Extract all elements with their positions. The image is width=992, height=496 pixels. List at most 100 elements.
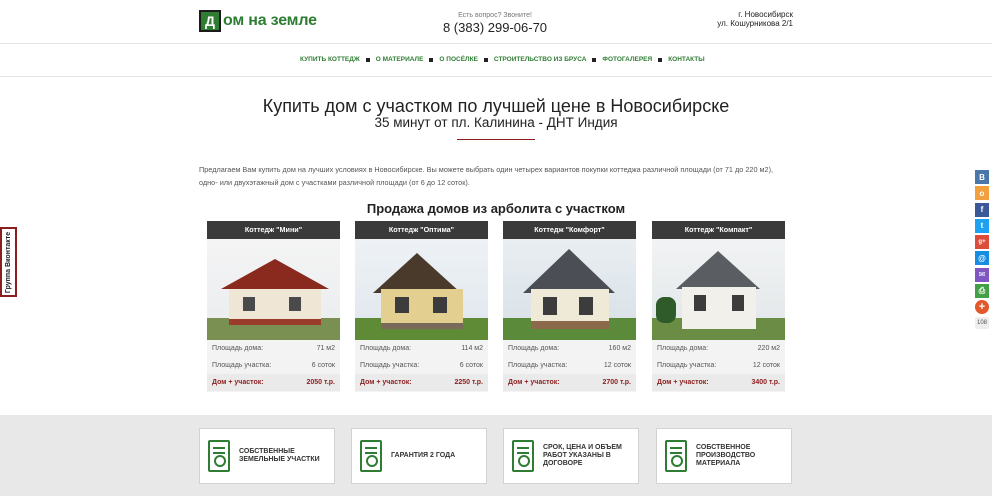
nav-item-village[interactable]: О ПОСЁЛКЕ [423, 56, 478, 63]
nav-label: ФОТОГАЛЕРЕЯ [602, 56, 653, 63]
nav-label: О МАТЕРИАЛЕ [375, 56, 424, 63]
area-value: 220 м2 [757, 345, 780, 352]
page-subtitle: 35 минут от пл. Калинина - ДНТ Индия [374, 115, 618, 130]
share-panel: В о f t g+ @ ✉ ⎙ + 108 [975, 170, 989, 329]
main-nav: КУПИТЬ КОТТЕДЖ О МАТЕРИАЛЕ О ПОСЁЛКЕ СТР… [0, 45, 992, 77]
certificate-icon [360, 440, 382, 472]
price-value: 2050 т.р. [306, 379, 336, 386]
price-value: 2250 т.р. [454, 379, 484, 386]
plot-value: 12 соток [603, 362, 631, 369]
phone-number[interactable]: 8 (383) 299-06-70 [440, 20, 550, 35]
nav-bullet [365, 57, 370, 62]
phone-question: Есть вопрос? Звоните! [458, 12, 532, 19]
twitter-icon[interactable]: t [975, 218, 989, 233]
feature-line: РАБОТ УКАЗАНЫ В [543, 452, 611, 459]
nav-list: КУПИТЬ КОТТЕДЖ О МАТЕРИАЛЕ О ПОСЁЛКЕ СТР… [300, 56, 705, 63]
title-divider [457, 139, 535, 140]
feature-production: СОБСТВЕННОЕ ПРОИЗВОДСТВО МАТЕРИАЛА [656, 428, 792, 484]
photo-window [579, 297, 593, 315]
nav-item-buy-cottage[interactable]: КУПИТЬ КОТТЕДЖ [300, 56, 360, 63]
cottage-card-mini[interactable]: Коттедж "Мини" Площадь дома: 71 м2 Площад… [207, 221, 340, 392]
vk-group-tab[interactable]: Группа Вконтакте [0, 227, 17, 297]
price-label: Дом + участок: [657, 379, 709, 386]
cottage-card-optima[interactable]: Коттедж "Оптима" Площадь дома: 114 м2 Пло… [355, 221, 488, 392]
odnoklassniki-icon[interactable]: о [975, 186, 989, 201]
nav-item-timber[interactable]: СТРОИТЕЛЬСТВО ИЗ БРУСА [478, 56, 587, 63]
price-label: Дом + участок: [360, 379, 412, 386]
price-label: Дом + участок: [508, 379, 560, 386]
nav-label: КУПИТЬ КОТТЕДЖ [300, 56, 360, 63]
vk-group-tab-label: Группа Вконтакте [5, 231, 13, 293]
cottage-card-comfort[interactable]: Коттедж "Комфорт" Площадь дома: 160 м2 Пл… [503, 221, 636, 392]
cottage-card-compact[interactable]: Коттедж "Компакт" Площадь дома: 220 м2 Пл… [652, 221, 785, 392]
nav-item-material[interactable]: О МАТЕРИАЛЕ [360, 56, 424, 63]
card-title: Коттедж "Оптима" [355, 221, 488, 239]
feature-warranty: ГАРАНТИЯ 2 ГОДА [351, 428, 487, 484]
photo-window [395, 297, 409, 313]
card-price-row: Дом + участок: 2250 т.р. [355, 374, 488, 391]
feature-own-land: СОБСТВЕННЫЕ ЗЕМЕЛЬНЫЕ УЧАСТКИ [199, 428, 335, 484]
nav-label: КОНТАКТЫ [668, 56, 705, 63]
address-street: ул. Кошурникова 2/1 [717, 19, 793, 28]
card-price-row: Дом + участок: 2050 т.р. [207, 374, 340, 391]
card-area-row: Площадь дома: 114 м2 [355, 340, 488, 357]
photo-roof [373, 253, 461, 293]
nav-label: О ПОСЁЛКЕ [439, 56, 478, 63]
photo-window [243, 297, 255, 311]
card-area-row: Площадь дома: 220 м2 [652, 340, 785, 357]
card-title: Коттедж "Мини" [207, 221, 340, 239]
card-price-row: Дом + участок: 2700 т.р. [503, 374, 636, 391]
feature-contract: СРОК, ЦЕНА И ОБЪЕМ РАБОТ УКАЗАНЫ В ДОГОВ… [503, 428, 639, 484]
nav-item-gallery[interactable]: ФОТОГАЛЕРЕЯ [586, 56, 652, 63]
card-area-row: Площадь дома: 71 м2 [207, 340, 340, 357]
cottage-photo[interactable] [207, 239, 340, 340]
feature-text: СОБСТВЕННОЕ ПРОИЗВОДСТВО МАТЕРИАЛА [696, 444, 755, 468]
google-plus-icon[interactable]: g+ [975, 235, 989, 250]
plot-value: 6 соток [459, 362, 483, 369]
card-plot-row: Площадь участка: 6 соток [207, 357, 340, 374]
vk-icon[interactable]: В [975, 170, 989, 184]
email-icon[interactable]: ✉ [975, 267, 989, 282]
area-value: 71 м2 [316, 345, 335, 352]
nav-item-contacts[interactable]: КОНТАКТЫ [652, 56, 705, 63]
photo-plinth [229, 319, 321, 325]
facebook-icon[interactable]: f [975, 202, 989, 217]
logo[interactable]: Д ом на земле [199, 10, 317, 32]
nav-label: СТРОИТЕЛЬСТВО ИЗ БРУСА [493, 56, 587, 63]
card-plot-row: Площадь участка: 12 соток [652, 357, 785, 374]
feature-text: СОБСТВЕННЫЕ ЗЕМЕЛЬНЫЕ УЧАСТКИ [239, 448, 320, 464]
logo-text: ом на земле [223, 12, 317, 29]
feature-line: СОБСТВЕННЫЕ [239, 448, 295, 455]
mail-ru-icon[interactable]: @ [975, 251, 989, 266]
more-icon[interactable]: + [975, 300, 989, 315]
price-value: 3400 т.р. [751, 379, 781, 386]
photo-plinth [381, 323, 463, 329]
features-band [0, 415, 992, 496]
plot-value: 6 соток [311, 362, 335, 369]
page: Д ом на земле Есть вопрос? Звоните! 8 (3… [0, 0, 992, 496]
certificate-icon [512, 440, 534, 472]
plot-label: Площадь участка: [657, 362, 717, 369]
print-icon[interactable]: ⎙ [975, 284, 989, 299]
cottage-photo[interactable] [503, 239, 636, 340]
feature-text: ГАРАНТИЯ 2 ГОДА [391, 452, 455, 460]
photo-window [433, 297, 447, 313]
feature-line: СОБСТВЕННОЕ [696, 444, 751, 451]
photo-window [289, 297, 301, 311]
nav-bullet [483, 57, 488, 62]
area-label: Площадь дома: [657, 345, 709, 352]
area-label: Площадь дома: [360, 345, 412, 352]
feature-line: МАТЕРИАЛА [696, 460, 741, 467]
nav-bullet [429, 57, 434, 62]
feature-text: СРОК, ЦЕНА И ОБЪЕМ РАБОТ УКАЗАНЫ В ДОГОВ… [543, 444, 622, 468]
page-title: Купить дом с участком по лучшей цене в Н… [262, 96, 730, 116]
section-title: Продажа домов из арболита с участком [366, 201, 626, 216]
cottage-photo[interactable] [355, 239, 488, 340]
nav-bullet [592, 57, 597, 62]
area-label: Площадь дома: [212, 345, 264, 352]
plot-label: Площадь участка: [508, 362, 568, 369]
header: Д ом на земле Есть вопрос? Звоните! 8 (3… [0, 0, 992, 44]
logo-letter: Д [205, 13, 215, 29]
cottage-photo[interactable] [652, 239, 785, 340]
intro-text: Предлагаем Вам купить дом на лучших усло… [199, 165, 774, 187]
